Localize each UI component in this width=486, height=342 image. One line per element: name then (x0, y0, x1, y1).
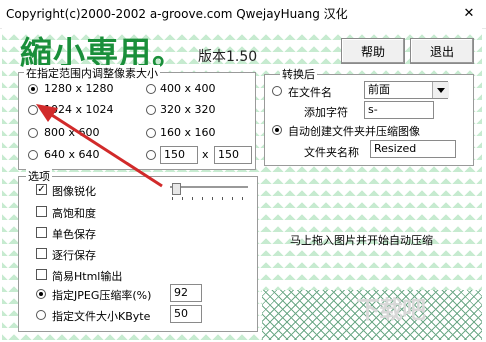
annotation-arrow (36, 104, 163, 188)
arrow-shaft (43, 108, 163, 188)
arrow-head-icon (36, 104, 58, 122)
